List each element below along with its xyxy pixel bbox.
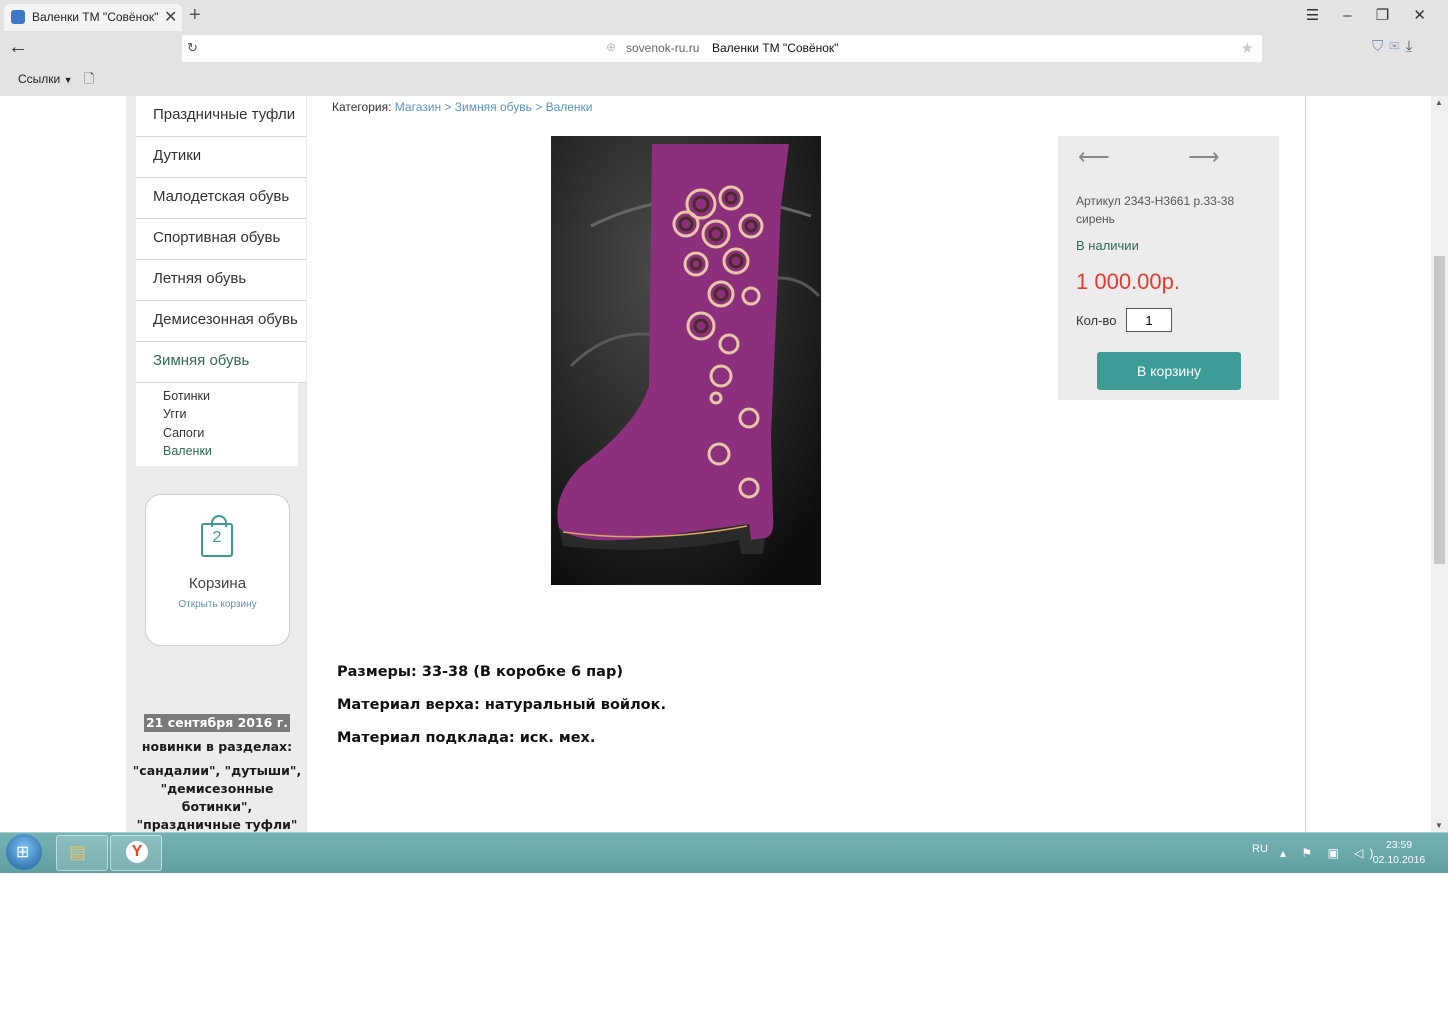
menu-item-holiday-shoes[interactable]: Праздничные туфли [136,96,306,137]
product-image[interactable] [551,136,821,585]
taskbar-explorer[interactable]: ▤ [56,835,108,871]
site-info-icon[interactable]: ⊕ [606,40,616,54]
winter-submenu: Ботинки Угги Сапоги Валенки [136,383,298,467]
description-sizes: Размеры: 33-38 (В коробке 6 пар) [337,664,623,680]
news-date: 21 сентября 2016 г. [143,714,291,732]
address-domain: sovenok-ru.ru [626,41,700,55]
shopping-bag-icon: 2 [201,515,233,557]
breadcrumb-winter[interactable]: Зимняя обувь [455,100,532,114]
quantity-input[interactable] [1126,308,1172,332]
product-price: 1 000.00р. [1076,269,1180,294]
menu-item-toddler[interactable]: Малодетская обувь [136,178,306,219]
page-scrollbar[interactable]: ▲ ▼ [1431,96,1448,832]
menu-item-winter[interactable]: Зимняя обувь [136,342,306,383]
bookmark-star-icon[interactable]: ★ [1241,39,1254,57]
bookmarks-links[interactable]: Ссылки ▼ [18,72,73,86]
news-block: 21 сентября 2016 г. новинки в разделах: … [132,714,302,834]
stock-status: В наличии [1076,238,1139,253]
product-article: Артикул 2343-Н3661 р.33-38 сирень [1076,194,1235,226]
scroll-up-icon[interactable]: ▲ [1435,98,1443,107]
clock-date: 02.10.2016 [1372,854,1426,866]
product-info-card: ⟵ ⟶ Артикул 2343-Н3661 р.33-38 сирень В … [1058,136,1279,400]
cart-count: 2 [212,529,222,546]
windows-logo-icon: ⊞ [16,844,30,861]
folder-icon: ▤ [69,842,87,862]
shield-icon[interactable]: ⛉ [1372,38,1389,55]
breadcrumb-separator: > [535,100,543,114]
download-icon[interactable]: ⤓ [1406,38,1419,55]
taskbar [0,832,1448,873]
description-lining-material: Материал подклада: иск. мех. [337,730,596,746]
boot-illustration [551,136,821,585]
open-cart-link[interactable]: Открыть корзину [146,599,289,610]
menu-item-sport[interactable]: Спортивная обувь [136,219,306,260]
browser-tab[interactable]: Валенки ТМ "Совёнок" ✕ [4,4,182,31]
back-arrow-icon[interactable]: ← [8,36,28,59]
tab-close-icon[interactable]: ✕ [164,7,177,27]
address-bar[interactable]: ↻ ⊕ sovenok-ru.ru Валенки ТМ "Совёнок" ★ [182,35,1262,62]
add-to-cart-button[interactable]: В корзину [1097,352,1241,390]
mail-icon[interactable]: ✉ [1389,38,1405,55]
submenu-item-uggs[interactable]: Угги [163,405,298,423]
breadcrumb-separator: > [444,100,452,114]
prev-product-arrow-icon[interactable]: ⟵ [1078,144,1110,170]
bookmarks-label: Ссылки [18,72,61,86]
scroll-down-icon[interactable]: ▼ [1435,821,1443,830]
extension-icons[interactable]: ⛉✉⤓ [1372,38,1418,55]
taskbar-clock[interactable]: 23:59 02.10.2016 [1370,838,1428,868]
quantity-label: Кол-во [1076,313,1117,328]
submenu-item-high-boots[interactable]: Сапоги [163,424,298,442]
scroll-thumb[interactable] [1434,256,1445,564]
address-page-title: Валенки ТМ "Совёнок" [712,41,839,55]
taskbar-yandex-browser[interactable]: Y [110,835,162,871]
breadcrumb-valenki[interactable]: Валенки [546,100,593,114]
language-indicator[interactable]: RU [1252,843,1268,855]
clock-time: 23:59 [1385,839,1413,851]
menu-item-dutiki[interactable]: Дутики [136,137,306,178]
submenu-item-valenki[interactable]: Валенки [163,442,298,460]
reload-icon[interactable]: ↻ [187,40,198,56]
breadcrumb-prefix: Категория: [332,100,392,114]
menu-item-summer[interactable]: Летняя обувь [136,260,306,301]
cart-label: Корзина [188,575,247,592]
news-title: новинки в разделах: [141,739,293,754]
submenu-item-boots[interactable]: Ботинки [163,387,298,405]
breadcrumb-shop[interactable]: Магазин [395,100,441,114]
system-tray-icons[interactable]: ▴ ⚑ ▣ ◁) [1280,846,1379,860]
page-left-margin [0,96,127,832]
tab-title: Валенки ТМ "Совёнок" [32,10,159,24]
next-product-arrow-icon[interactable]: ⟶ [1188,144,1220,170]
site-favicon [11,10,25,24]
new-tab-button[interactable]: + [189,4,201,27]
file-icon[interactable]: 🗋 [84,70,94,92]
description-upper-material: Материал верха: натуральный войлок. [337,697,666,713]
news-text: "сандалии", "дутыши", "демисезонные боти… [132,763,302,832]
category-menu: Праздничные туфли Дутики Малодетская обу… [136,96,306,467]
cart-widget[interactable]: 2 Корзина Открыть корзину [145,494,290,646]
window-controls[interactable]: ☰ – ❐ ✕ [1306,6,1436,24]
breadcrumb: Категория: Магазин > Зимняя обувь > Вале… [332,100,593,114]
menu-item-demiseason[interactable]: Демисезонная обувь [136,301,306,342]
start-button[interactable]: ⊞ [6,834,42,870]
dropdown-icon: ▼ [63,75,73,85]
product-description: Размеры: 33-38 (В коробке 6 пар) Материа… [337,664,666,763]
yandex-icon: Y [126,841,148,863]
